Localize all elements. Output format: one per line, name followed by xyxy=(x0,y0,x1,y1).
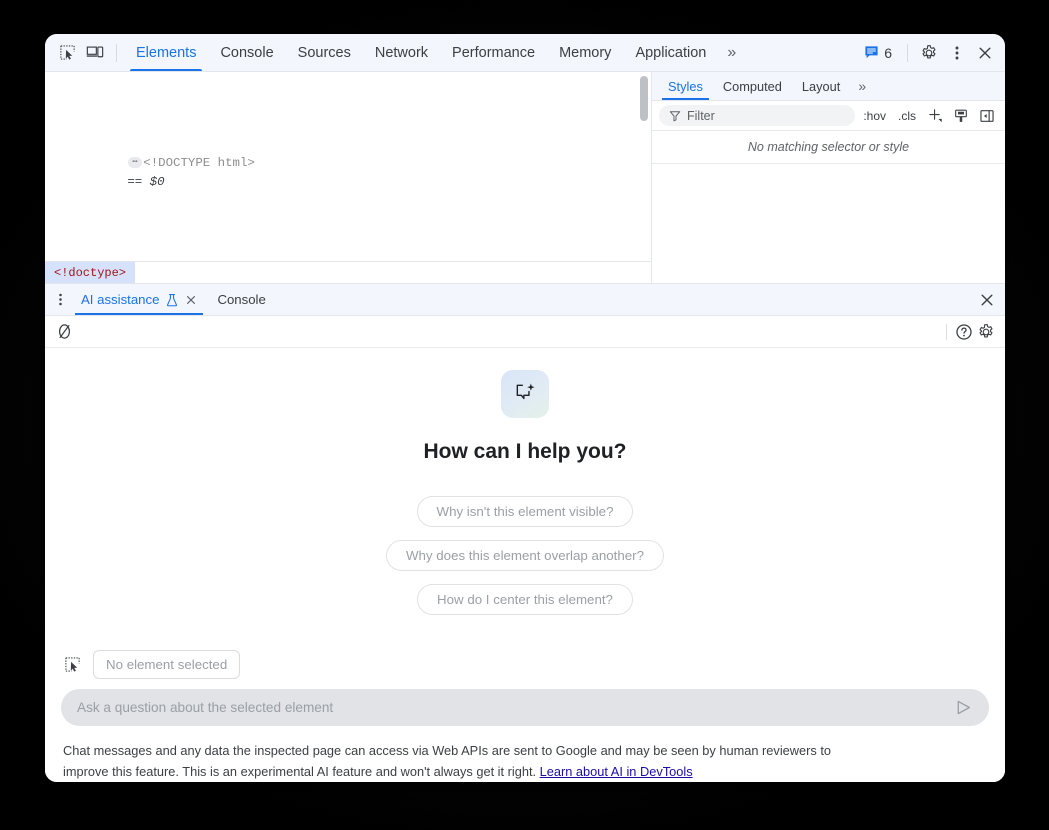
console-message-icon xyxy=(864,45,879,60)
gear-icon[interactable] xyxy=(915,40,943,66)
tab-application[interactable]: Application xyxy=(623,34,718,71)
ai-disclaimer-link[interactable]: Learn about AI in DevTools xyxy=(540,764,693,779)
cls-toggle-button[interactable]: .cls xyxy=(894,107,920,125)
drawer-tab-console-label: Console xyxy=(217,292,265,307)
tab-performance-label: Performance xyxy=(452,45,535,61)
ai-panel-toolbar xyxy=(45,316,1005,348)
devtools-window: Elements Console Sources Network Perform… xyxy=(45,34,1005,782)
tab-styles-label: Styles xyxy=(668,79,703,94)
close-icon[interactable] xyxy=(971,40,999,66)
clear-chat-icon[interactable] xyxy=(53,321,75,343)
drawer-tab-bar: AI assistance Console xyxy=(45,284,1005,316)
toolbar-right-actions: 6 xyxy=(856,40,999,66)
ai-suggestion-chips: Why isn't this element visible? Why does… xyxy=(386,496,664,615)
styles-filter-input[interactable]: Filter xyxy=(659,105,855,126)
tab-performance[interactable]: Performance xyxy=(440,34,547,71)
dom-tree: ⋯<!DOCTYPE html> == $0 <html itemscope i… xyxy=(45,72,651,283)
styles-filter-placeholder: Filter xyxy=(687,109,715,123)
toolbar-divider-right xyxy=(907,44,908,62)
panel-tabs: Elements Console Sources Network Perform… xyxy=(124,34,744,71)
tab-elements[interactable]: Elements xyxy=(124,34,208,71)
tab-layout[interactable]: Layout xyxy=(792,72,850,100)
drawer-tab-ai-assistance[interactable]: AI assistance xyxy=(71,284,207,315)
ai-heading: How can I help you? xyxy=(423,440,626,464)
ai-question-input[interactable]: Ask a question about the selected elemen… xyxy=(61,689,989,726)
tab-computed-label: Computed xyxy=(723,79,782,94)
kebab-menu-icon[interactable] xyxy=(943,40,971,66)
console-message-badge[interactable]: 6 xyxy=(856,45,900,61)
styles-sidebar: Styles Computed Layout » Filte xyxy=(652,72,1005,283)
tab-memory[interactable]: Memory xyxy=(547,34,623,71)
flask-experiment-icon xyxy=(165,293,179,307)
ai-assistance-empty-state: How can I help you? Why isn't this eleme… xyxy=(45,348,1005,636)
styles-more-tabs-chevron-icon[interactable]: » xyxy=(850,78,874,94)
toolbar-divider xyxy=(116,44,117,62)
tab-console[interactable]: Console xyxy=(208,34,285,71)
tab-console-label: Console xyxy=(220,45,273,61)
styles-empty-message: No matching selector or style xyxy=(652,131,1005,164)
tab-network[interactable]: Network xyxy=(363,34,440,71)
help-question-icon[interactable] xyxy=(953,321,975,343)
gear-icon[interactable] xyxy=(975,321,997,343)
drawer-tab-close-icon[interactable] xyxy=(185,294,197,306)
plus-new-style-rule-icon[interactable] xyxy=(924,105,946,127)
inspect-cursor-icon[interactable] xyxy=(61,654,83,676)
toggle-sidebar-icon[interactable] xyxy=(976,105,998,127)
ai-question-placeholder: Ask a question about the selected elemen… xyxy=(77,700,951,715)
dom-selected-marker: == $0 xyxy=(127,175,164,189)
drawer-tab-console[interactable]: Console xyxy=(207,284,275,315)
ai-input-footer: No element selected Ask a question about… xyxy=(45,636,1005,782)
inspect-cursor-icon[interactable] xyxy=(53,40,81,66)
hov-toggle-button[interactable]: :hov xyxy=(859,107,890,125)
tab-memory-label: Memory xyxy=(559,45,611,61)
drawer-menu-kebab-icon[interactable] xyxy=(49,288,71,312)
dom-node-doctype[interactable]: ⋯<!DOCTYPE html> == $0 xyxy=(45,134,651,212)
ai-disclaimer: Chat messages and any data the inspected… xyxy=(61,726,873,782)
drawer-close-icon[interactable] xyxy=(975,288,999,312)
dom-tree-scrollbar[interactable] xyxy=(640,76,648,121)
tab-elements-label: Elements xyxy=(136,45,196,61)
collapsed-ellipsis-icon[interactable]: ⋯ xyxy=(128,157,142,168)
breadcrumb: <!doctype> xyxy=(45,261,651,283)
styles-sidebar-tabs: Styles Computed Layout » xyxy=(652,72,1005,101)
drawer-tab-ai-assistance-label: AI assistance xyxy=(81,292,159,307)
selected-element-row: No element selected xyxy=(61,650,989,689)
drawer-panel: AI assistance Console xyxy=(45,284,1005,782)
ai-toolbar-divider xyxy=(946,324,947,340)
selected-element-chip[interactable]: No element selected xyxy=(93,650,240,679)
tab-sources-label: Sources xyxy=(298,45,351,61)
device-toolbar-icon[interactable] xyxy=(81,40,109,66)
ai-disclaimer-text: Chat messages and any data the inspected… xyxy=(63,743,831,779)
filter-funnel-icon xyxy=(669,110,681,122)
tab-application-label: Application xyxy=(635,45,706,61)
send-paper-plane-icon[interactable] xyxy=(951,696,975,720)
main-toolbar: Elements Console Sources Network Perform… xyxy=(45,34,1005,72)
tab-network-label: Network xyxy=(375,45,428,61)
tab-styles[interactable]: Styles xyxy=(658,72,713,100)
tab-sources[interactable]: Sources xyxy=(286,34,363,71)
styles-filter-toolbar: Filter :hov .cls xyxy=(652,101,1005,131)
dom-doctype-text: <!DOCTYPE html> xyxy=(143,156,255,170)
breadcrumb-item-doctype[interactable]: <!doctype> xyxy=(45,262,135,283)
tab-layout-label: Layout xyxy=(802,79,840,94)
suggestion-chip-overlap[interactable]: Why does this element overlap another? xyxy=(386,540,664,571)
copy-styles-icon[interactable] xyxy=(950,105,972,127)
tab-computed[interactable]: Computed xyxy=(713,72,792,100)
suggestion-chip-center[interactable]: How do I center this element? xyxy=(417,584,633,615)
more-tabs-chevron-icon[interactable]: » xyxy=(718,44,744,62)
console-message-count: 6 xyxy=(884,45,892,61)
chat-sparkle-icon xyxy=(501,370,549,418)
elements-panel: ⋯<!DOCTYPE html> == $0 <html itemscope i… xyxy=(45,72,1005,284)
suggestion-chip-visibility[interactable]: Why isn't this element visible? xyxy=(417,496,634,527)
dom-tree-pane[interactable]: ⋯<!DOCTYPE html> == $0 <html itemscope i… xyxy=(45,72,652,283)
